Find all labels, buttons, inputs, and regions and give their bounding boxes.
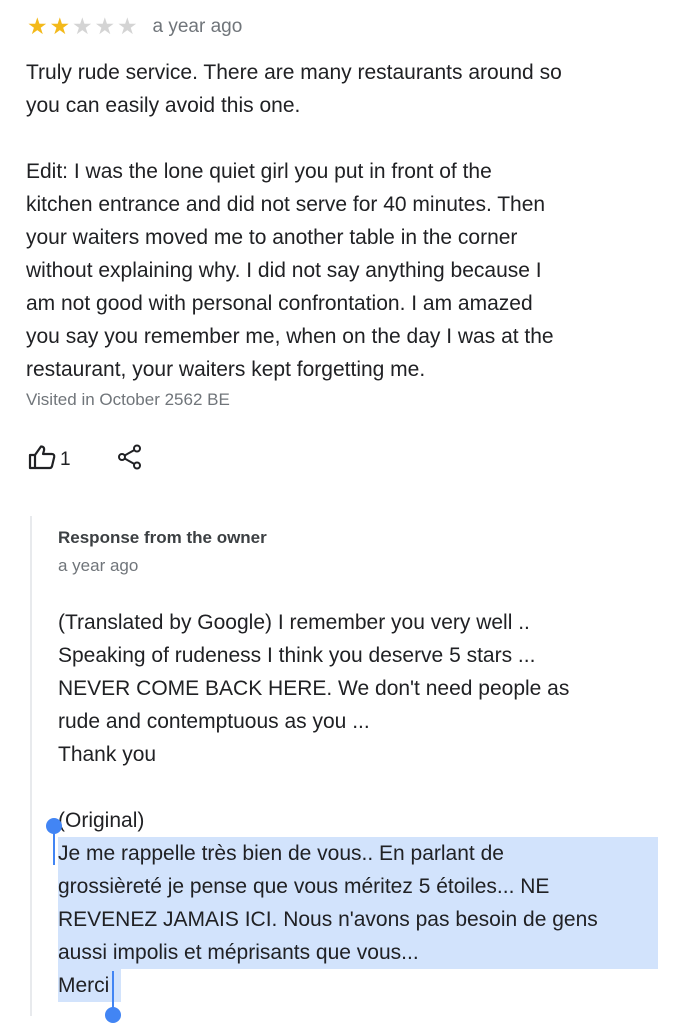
thumbs-up-icon xyxy=(28,444,56,475)
star-filled-icon: ★ xyxy=(49,13,71,40)
owner-response-body: Response from the owner a year ago (Tran… xyxy=(46,528,658,1023)
star-filled-icon: ★ xyxy=(26,13,48,40)
star-empty-icon: ★ xyxy=(116,13,138,40)
selection-start-handle[interactable] xyxy=(46,818,62,865)
owner-response-title: Response from the owner xyxy=(58,528,267,547)
original-label: (Original) xyxy=(58,809,145,832)
star-rating: ★ ★ ★ ★ ★ xyxy=(26,13,139,40)
visited-date: Visited in October 2562 BE xyxy=(26,390,230,409)
selection-end-handle[interactable] xyxy=(105,971,121,1023)
like-button[interactable]: 1 xyxy=(28,444,71,475)
review-actions: 1 xyxy=(28,444,143,475)
translated-response-text: (Translated by Google) I remember you ve… xyxy=(58,611,570,766)
original-line: REVENEZ JAMAIS ICI. Nous n'avons pas bes… xyxy=(58,903,658,936)
selected-original-text[interactable]: Je me rappelle très bien de vous.. En pa… xyxy=(46,818,658,1023)
review-text: Truly rude service. There are many resta… xyxy=(26,61,562,381)
share-icon xyxy=(117,444,143,475)
review-card: ★ ★ ★ ★ ★ a year ago Truly rude service.… xyxy=(26,12,666,410)
rating-row: ★ ★ ★ ★ ★ a year ago xyxy=(26,12,666,42)
star-empty-icon: ★ xyxy=(71,13,93,40)
share-button[interactable] xyxy=(117,444,143,475)
star-empty-icon: ★ xyxy=(94,13,116,40)
review-time: a year ago xyxy=(152,16,243,37)
original-line: Je me rappelle très bien de vous.. En pa… xyxy=(58,837,658,870)
original-line: aussi impolis et méprisants que vous... xyxy=(58,936,658,969)
original-line: grossièreté je pense que vous méritez 5 … xyxy=(58,870,658,903)
like-count: 1 xyxy=(60,448,71,470)
owner-response-time: a year ago xyxy=(58,556,139,575)
owner-response: Response from the owner a year ago (Tran… xyxy=(30,516,672,1023)
